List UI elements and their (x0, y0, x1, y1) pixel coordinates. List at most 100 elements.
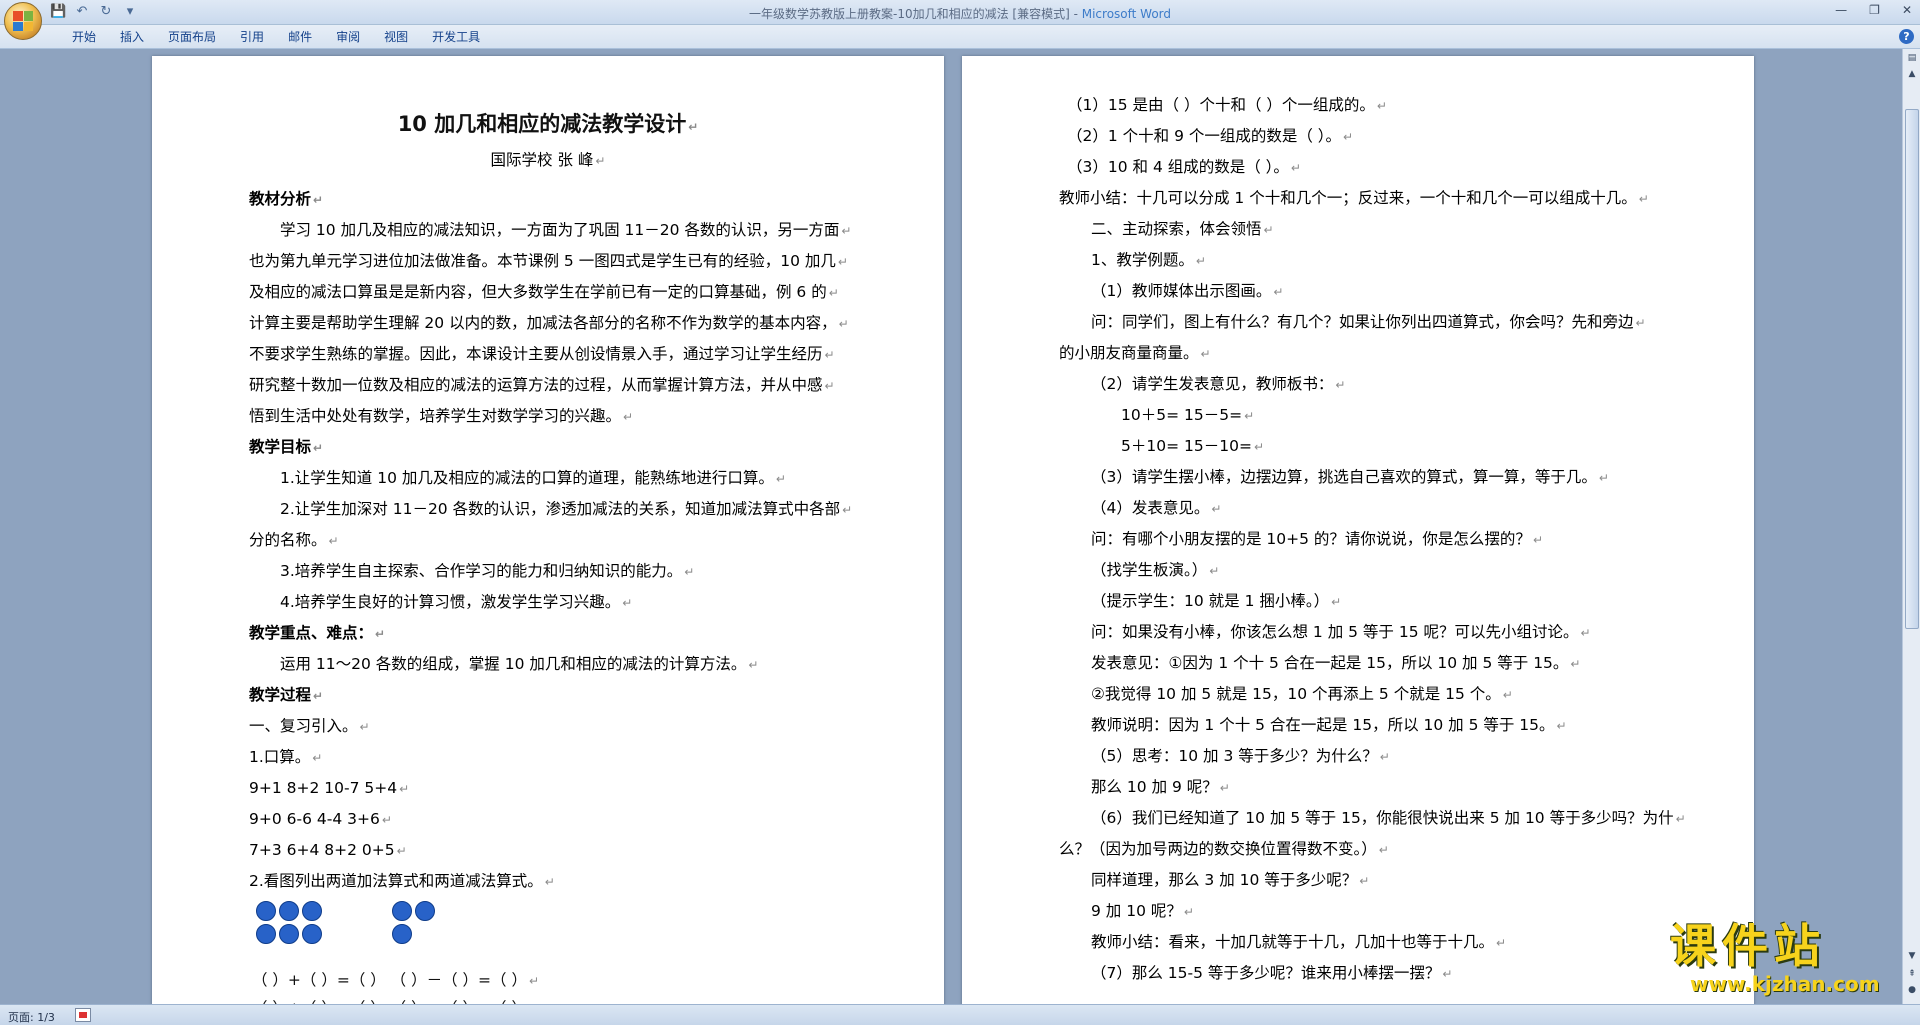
paragraph-mark: ↵ (1502, 688, 1513, 702)
paragraph-mark: ↵ (1378, 843, 1389, 857)
line-text: 同样道理，那么 3 加 10 等于多少呢？ (1091, 871, 1358, 889)
body-line: 7+3 6+4 8+2 0+5 ↵ (249, 835, 849, 867)
line-text: （3）10 和 4 组成的数是（ ）。 (1067, 158, 1289, 176)
paragraph-mark: ↵ (528, 974, 540, 988)
window-title: 一年级数学苏教版上册教案-10加几和相应的减法 [兼容模式] - Microso… (0, 5, 1920, 22)
tab-home[interactable]: 开始 (60, 29, 108, 45)
body-line: （找学生板演。） ↵ (1059, 555, 1699, 587)
paragraph-mark: ↵ (313, 689, 324, 703)
body-line: （提示学生：10 就是 1 捆小棒。） ↵ (1059, 586, 1699, 618)
body-line: 教师小结：看来，十加几就等于十几，几加十也等于十几。 ↵ (1059, 927, 1699, 959)
line-text: 9+0 6-6 4-4 3+6 (249, 810, 380, 828)
line-text: 10＋5= 15－5= (1121, 406, 1243, 424)
paragraph-mark: ↵ (1209, 564, 1220, 578)
line-text: 研究整十数加一位数及相应的减法的运算方法的过程，从而掌握计算方法，并从中感 (249, 376, 823, 394)
body-line: 问：如果没有小棒，你该怎么想 1 加 5 等于 15 呢？可以先小组讨论。 ↵ (1059, 617, 1699, 649)
close-icon[interactable]: ✕ (1902, 3, 1912, 17)
dot (392, 924, 412, 944)
paragraph-mark: ↵ (313, 193, 324, 207)
page-counter[interactable]: 页面: 1/3 (8, 1009, 55, 1025)
paragraph-mark: ↵ (828, 286, 839, 300)
line-text: 9+1 8+2 10-7 5+4 (249, 779, 398, 797)
proofing-status-icon[interactable] (75, 1008, 91, 1022)
tab-review[interactable]: 审阅 (324, 29, 372, 45)
body-line: （2）1 个十和 9 个一组成的数是（ ）。 ↵ (1059, 121, 1699, 153)
scroll-up-icon[interactable]: ▲ (1905, 67, 1919, 81)
paragraph-mark: ↵ (544, 875, 555, 889)
help-icon[interactable]: ? (1899, 29, 1914, 44)
tab-references[interactable]: 引用 (228, 29, 276, 45)
dot (279, 901, 299, 921)
paragraph-mark: ↵ (1273, 285, 1284, 299)
body-line: 1、教学例题。 ↵ (1059, 245, 1699, 277)
line-text: 那么 10 加 9 呢？ (1091, 778, 1218, 796)
line-text: 教师小结：看来，十加几就等于十几，几加十也等于十几。 (1091, 933, 1495, 951)
line-text: 7+3 6+4 8+2 0+5 (249, 841, 395, 859)
paragraph-mark: ↵ (1183, 905, 1194, 919)
paragraph-mark: ↵ (837, 255, 848, 269)
body-line: 2.让学生加深对 11－20 各数的认识，渗透加减法的关系，知道加减法算式中各部… (249, 494, 853, 526)
tab-view[interactable]: 视图 (372, 29, 420, 45)
line-text: （1）教师媒体出示图画。 (1091, 282, 1272, 300)
body-line: 那么 10 加 9 呢？ ↵ (1059, 772, 1699, 804)
line-text: 1、教学例题。 (1091, 251, 1194, 269)
watermark-url: www.kjzhan.com (1690, 972, 1880, 996)
document-workspace: 10 加几和相应的减法教学设计 ↵ 国际学校 张 峰 ↵ 教材分析 ↵ 学习 10 加几… (0, 49, 1902, 1004)
line-text: 1.口算。 (249, 748, 311, 766)
line-text: （4）发表意见。 (1091, 499, 1210, 517)
body-line: （1）教师媒体出示图画。 ↵ (1059, 276, 1699, 308)
scrollbar-thumb[interactable] (1905, 109, 1919, 629)
document-author: 国际学校 张 峰 ↵ (152, 148, 944, 170)
paragraph-mark: ↵ (1195, 254, 1206, 268)
application-name: Microsoft Word (1081, 7, 1172, 21)
exercise-line-2: （ ）+（ ）=（ ） （ ）－（ ）=（ ） (252, 996, 527, 1004)
section-heading: 教学目标 ↵ (249, 432, 849, 464)
paragraph-mark: ↵ (1580, 626, 1591, 640)
document-page-2[interactable]: （1）15 是由（ ）个十和（ ）个一组成的。 ↵ （2）1 个十和 9 个一组成的… (962, 56, 1754, 1004)
body-line: 3.培养学生自主探索、合作学习的能力和归纳知识的能力。 ↵ (249, 556, 849, 588)
dot (256, 924, 276, 944)
line-text: 教师小结：十几可以分成 1 个十和几个一；反过来，一个十和几个一可以组成十几。 (1059, 189, 1637, 207)
paragraph-mark: ↵ (824, 379, 835, 393)
paragraph-mark: ↵ (1598, 471, 1609, 485)
line-text: 9 加 10 呢？ (1091, 902, 1182, 920)
paragraph-mark: ↵ (622, 596, 633, 610)
line-text: 5＋10= 15－10= (1121, 437, 1252, 455)
body-line: 9+1 8+2 10-7 5+4 ↵ (249, 773, 849, 805)
exercise-line-1: （ ）+（ ）=（ ） （ ）－（ ）=（ ） ↵ (252, 968, 539, 990)
paragraph-mark: ↵ (623, 410, 634, 424)
tab-developer[interactable]: 开发工具 (420, 29, 492, 45)
paragraph-mark: ↵ (1556, 719, 1567, 733)
tab-insert[interactable]: 插入 (108, 29, 156, 45)
document-page-1[interactable]: 10 加几和相应的减法教学设计 ↵ 国际学校 张 峰 ↵ 教材分析 ↵ 学习 10 加几… (152, 56, 944, 1004)
line-text: （1）15 是由（ ）个十和（ ）个一组成的。 (1067, 96, 1375, 114)
line-text: 也为第九单元学习进位加法做准备。本节课例 5 一图四式是学生已有的经验，10 加… (249, 252, 836, 270)
minimize-icon[interactable]: — (1835, 3, 1847, 17)
tab-mailings[interactable]: 邮件 (276, 29, 324, 45)
line-text: 教学过程 (249, 686, 312, 704)
line-text: 不要求学生熟练的掌握。因此，本课设计主要从创设情景入手，通过学习让学生经历 (249, 345, 823, 363)
document-heading: 10 加几和相应的减法教学设计 ↵ (152, 108, 944, 138)
line-text: （2）1 个十和 9 个一组成的数是（ ）。 (1067, 127, 1342, 145)
line-text: 问：有哪个小朋友摆的是 10+5 的？请你说说，你是怎么摆的？ (1091, 530, 1531, 548)
line-text: ②我觉得 10 加 5 就是 15，10 个再添上 5 个就是 15 个。 (1091, 685, 1501, 703)
ruler-toggle-icon[interactable]: ▤ (1905, 51, 1919, 65)
maximize-icon[interactable]: ❐ (1869, 3, 1880, 17)
body-line: 计算主要是帮助学生理解 20 以内的数，加减法各部分的名称不作为数学的基本内容，… (249, 308, 849, 340)
body-line: 1.让学生知道 10 加几及相应的减法的口算的道理，能熟练地进行口算。 ↵ (249, 463, 849, 495)
line-text: 及相应的减法口算虽是是新内容，但大多数学生在学前已有一定的口算基础，例 6 的 (249, 283, 827, 301)
body-line: 教师说明：因为 1 个十 5 合在一起是 15，所以 10 加 5 等于 15。… (1059, 710, 1699, 742)
office-button[interactable] (4, 2, 42, 40)
body-line: 4.培养学生良好的计算习惯，激发学生学习兴趣。 ↵ (249, 587, 849, 619)
paragraph-mark: ↵ (1244, 409, 1255, 423)
paragraph-mark: ↵ (842, 503, 853, 517)
paragraph-mark: ↵ (688, 120, 699, 134)
tab-page-layout[interactable]: 页面布局 (156, 29, 228, 45)
paragraph-mark: ↵ (1253, 440, 1264, 454)
line-text: 问：同学们，图上有什么？有几个？如果让你列出四道算式，你会吗？先和旁边 (1091, 313, 1634, 331)
paragraph-mark: ↵ (1635, 316, 1646, 330)
vertical-scrollbar[interactable]: ▤ ▲ ▼ ⇞ ● (1902, 49, 1920, 1004)
body-line: 问：有哪个小朋友摆的是 10+5 的？请你说说，你是怎么摆的？ ↵ (1059, 524, 1699, 556)
paragraph-mark: ↵ (1219, 781, 1230, 795)
paragraph-mark: ↵ (1570, 657, 1581, 671)
